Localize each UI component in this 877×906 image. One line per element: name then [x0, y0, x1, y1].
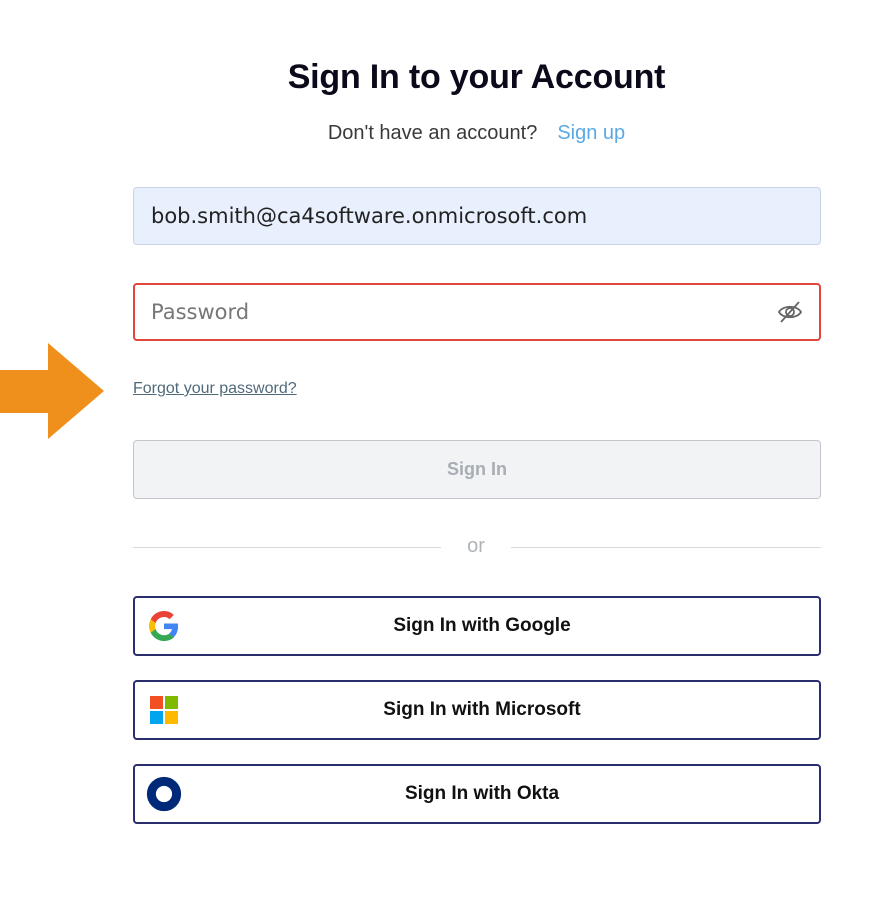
sign-in-google-button[interactable]: Sign In with Google	[133, 596, 821, 656]
page-title: Sign In to your Account	[287, 58, 666, 96]
sign-in-button[interactable]: Sign In	[133, 440, 821, 499]
divider-line-left	[133, 547, 441, 548]
divider-line-right	[511, 547, 821, 548]
email-field[interactable]	[133, 187, 821, 245]
sign-in-microsoft-button[interactable]: Sign In with Microsoft	[133, 680, 821, 740]
google-button-label: Sign In with Google	[393, 615, 571, 636]
eye-slash-icon[interactable]	[777, 300, 803, 324]
divider-or: or	[467, 535, 485, 557]
password-field[interactable]	[133, 283, 821, 341]
signup-prompt: Don't have an account? Sign up	[0, 122, 877, 145]
sign-in-okta-button[interactable]: Sign In with Okta	[133, 764, 821, 824]
forgot-password-link[interactable]: Forgot your password?	[133, 380, 297, 398]
signup-link[interactable]: Sign up	[557, 122, 625, 144]
password-input[interactable]	[151, 285, 751, 339]
okta-button-label: Sign In with Okta	[404, 783, 560, 804]
email-input[interactable]	[151, 188, 791, 244]
microsoft-button-label: Sign In with Microsoft	[383, 699, 581, 720]
signup-prompt-text: Don't have an account?	[327, 122, 538, 144]
orange-arrow-icon	[0, 343, 104, 439]
